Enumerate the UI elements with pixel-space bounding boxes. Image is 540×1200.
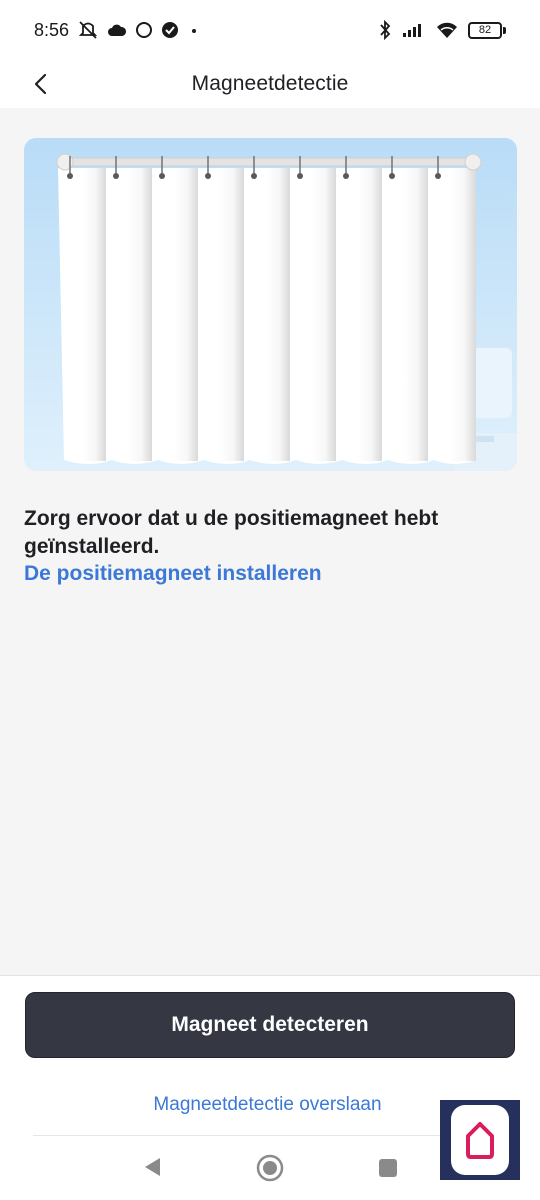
- back-button[interactable]: [20, 64, 60, 104]
- signal-icon: [402, 22, 426, 38]
- circle-icon: [135, 21, 153, 39]
- check-circle-icon: [161, 21, 179, 39]
- status-time: 8:56: [34, 19, 70, 40]
- page-title: Magneetdetectie: [191, 72, 349, 95]
- dot-icon: [187, 23, 201, 37]
- bluetooth-icon: [378, 20, 392, 40]
- home-circle-icon[interactable]: [256, 1154, 284, 1187]
- home-logo-icon: [466, 1122, 494, 1159]
- battery-tip: [503, 26, 506, 34]
- curtain-folds: [82, 168, 476, 461]
- mute-icon: [77, 20, 99, 40]
- chevron-left-icon: [34, 73, 47, 95]
- install-magnet-link[interactable]: De positiemagneet installeren: [24, 562, 322, 586]
- cloud-icon: [107, 23, 127, 37]
- battery-level: 82: [468, 21, 502, 39]
- app-badge-tile: [451, 1105, 509, 1175]
- square-recent-icon[interactable]: [378, 1158, 398, 1183]
- wifi-icon: [436, 21, 458, 39]
- status-left: 8:56: [34, 20, 201, 41]
- app-badge[interactable]: [440, 1100, 520, 1180]
- status-right: 82: [378, 20, 506, 40]
- instruction-text: Zorg ervoor dat u de positiemagneet hebt…: [24, 507, 439, 558]
- divider: [33, 1135, 507, 1136]
- app-header: Magneetdetectie: [0, 60, 540, 108]
- detect-magnet-button[interactable]: Magneet detecteren: [25, 992, 515, 1058]
- battery-icon: 82: [468, 21, 506, 39]
- curtain-illustration: [24, 138, 517, 471]
- curtain-image: [24, 138, 517, 471]
- triangle-back-icon[interactable]: [142, 1156, 162, 1183]
- status-bar: 8:56 82: [0, 0, 540, 60]
